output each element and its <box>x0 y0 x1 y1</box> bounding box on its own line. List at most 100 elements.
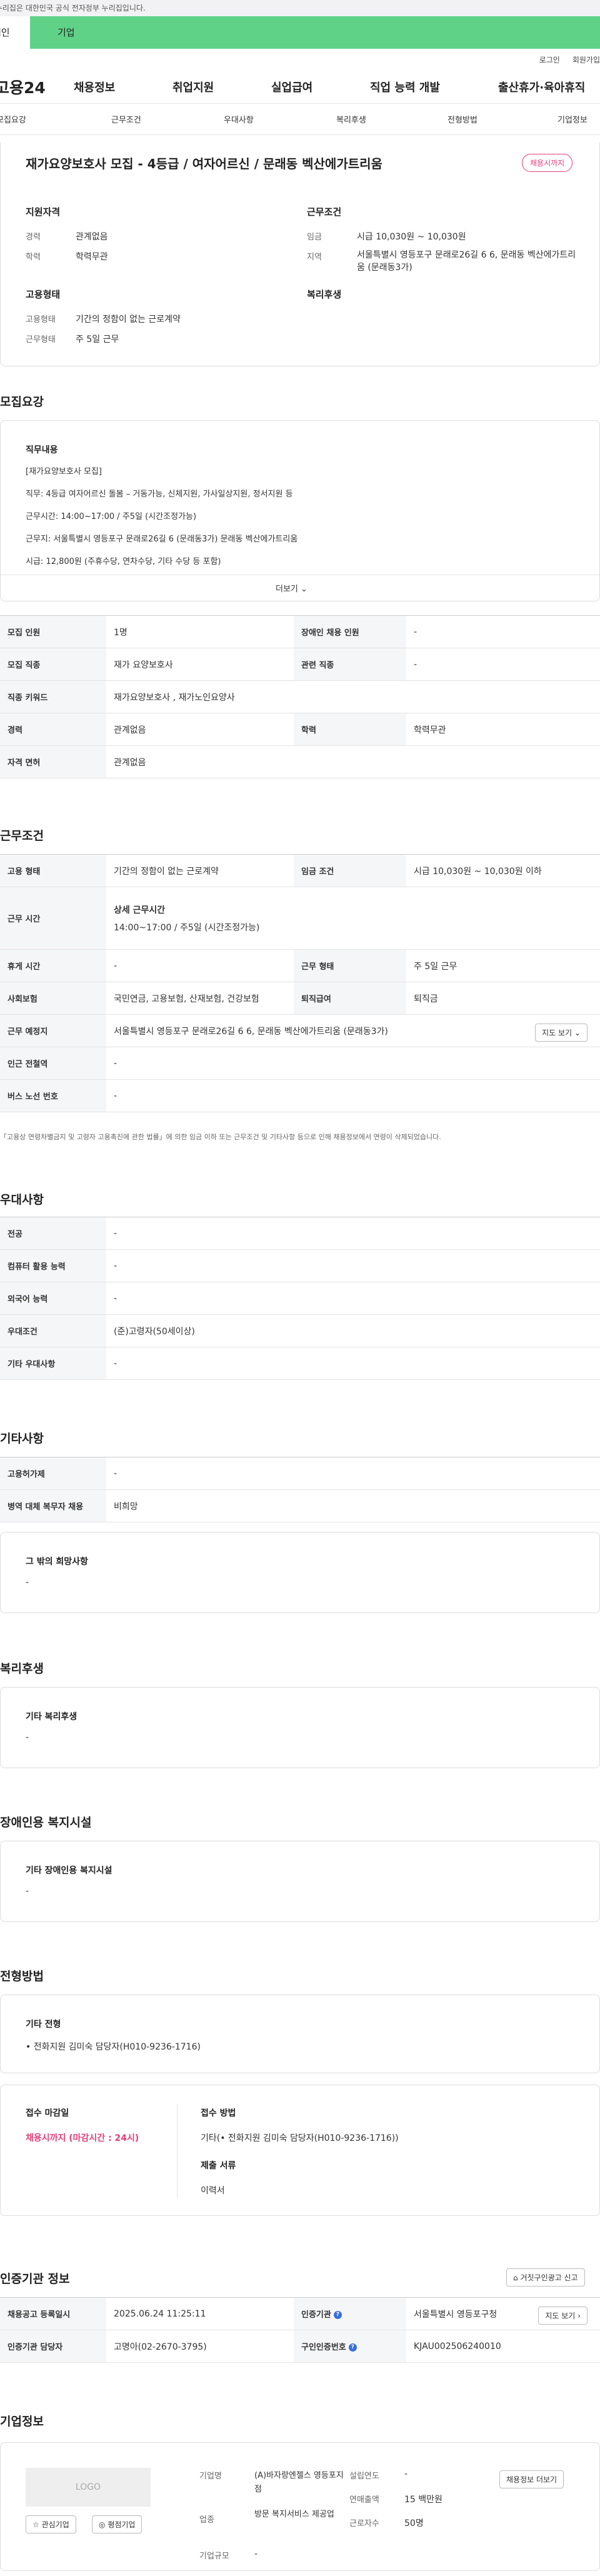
row-value: 국민연금, 고용보험, 산재보험, 건강보험 <box>106 982 294 1015</box>
anchor-welfare[interactable]: 복리후생 <box>336 113 366 125</box>
recruit-section-title: 모집요강 <box>0 395 44 409</box>
row-value: 고명아(02-2670-3795) <box>106 2330 294 2363</box>
row-head: 퇴직급여 <box>294 982 406 1015</box>
anchor-company[interactable]: 기업정보 <box>558 113 588 125</box>
job-title: 재가요양보호사 모집 - 4등급 / 여자어르신 / 문래동 벡산에가트리움 <box>26 156 382 171</box>
row-head: 외국어 능력 <box>0 1282 106 1315</box>
row-head: 근무 형태 <box>294 949 406 982</box>
gov-banner: 이 누리집은 대한민국 공식 전자정부 누리집입니다. <box>0 0 600 16</box>
logo-text: LOGO <box>75 2482 101 2492</box>
company-card: LOGO ☆ 관심기업 ◎ 평점기업 기업명 (A)바자랑엔젤스 영등포지점 업… <box>0 2442 600 2571</box>
place-value: 서울특별시 영등포구 문래로26길 6 6, 문래동 벡산에가트리움 (문래동3… <box>114 1026 388 1037</box>
area-value: 서울특별시 영등포구 문래로26길 6 6, 문래동 벡산에가트리움 (문래동3… <box>357 250 576 273</box>
login-link[interactable]: 로그인 <box>539 54 560 65</box>
row-head: 모집 직종 <box>0 648 106 681</box>
wage-value: 시급 10,030원 ~ 10,030원 <box>357 232 466 242</box>
emp-title: 고용형태 <box>26 289 61 300</box>
career-label: 경력 <box>26 233 41 242</box>
table-row: 휴게 시간 - 근무 형태 주 5일 근무 <box>0 949 600 982</box>
info-icon[interactable]: ? <box>348 2343 357 2352</box>
row-value: - <box>106 1282 600 1315</box>
chevron-down-icon: ⌄ <box>301 585 308 594</box>
row-value: - <box>106 1079 600 1112</box>
tab-personal[interactable]: 개인 <box>0 16 30 49</box>
select-line: • 전화지원 김미숙 담당자(H010-9236-1716) <box>26 2042 201 2052</box>
table-row: 인근 전철역 - <box>0 1047 600 1080</box>
map-label: 지도 보기 <box>545 2312 576 2320</box>
map-label: 지도 보기 <box>542 1029 572 1037</box>
more-button[interactable]: 더보기 ⌄ <box>276 582 308 594</box>
time-value: 14:00~17:00 / 주5일 (시간조정가능) <box>114 922 260 933</box>
nav-employment-support[interactable]: 취업지원 <box>172 79 271 95</box>
cert-map-button[interactable]: 지도 보기 › <box>538 2307 588 2325</box>
table-row: 병역 대체 복무자 채용 비희망 <box>0 1489 600 1522</box>
row-head: 관련 직종 <box>294 648 406 681</box>
table-row: 사회보험 국민연금, 고용보험, 산재보험, 건강보험 퇴직급여 퇴직금 <box>0 982 600 1015</box>
pref-section-title: 우대사항 <box>0 1193 44 1207</box>
fav-company-button[interactable]: ☆ 관심기업 <box>26 2515 76 2533</box>
other-wish-title: 그 밖의 희망사항 <box>26 1557 88 1567</box>
sales-label: 연매출액 <box>349 2495 379 2505</box>
table-row: 근무 예정지 서울특별시 영등포구 문래로26길 6 6, 문래동 벡산에가트리움… <box>0 1014 600 1047</box>
duty-title: 직무내용 <box>26 445 58 455</box>
nav-job-info[interactable]: 채용정보 <box>74 79 172 95</box>
anchor-work[interactable]: 근무조건 <box>111 113 141 125</box>
docs-title: 제출 서류 <box>201 2161 236 2171</box>
table-row: 모집 직종 재가 요양보호사 관련 직종 - <box>0 648 600 681</box>
nav-job-training[interactable]: 직업 능력 개발 <box>370 79 498 95</box>
row-head: 장애인 채용 인원 <box>294 615 406 648</box>
table-row: 경력 관계없음 학력 학력무관 <box>0 713 600 746</box>
apply-card: 접수 마감일 채용시까지 (마감시간 : 24시) 접수 방법 기타(• 전화지… <box>0 2085 600 2216</box>
row-value: 서울특별시 영등포구청 지도 보기 › <box>406 2297 600 2330</box>
recruit-table: 모집 인원 1명 장애인 채용 인원 - 모집 직종 재가 요양보호사 관련 직종 - 직종… <box>0 615 600 778</box>
table-row: 채용공고 등록일시 2025.06.24 11:25:11 인증기관? 서울특별시 영… <box>0 2297 600 2330</box>
anchor-pref[interactable]: 우대사항 <box>224 113 254 125</box>
welfare-section-title: 복리후생 <box>0 1662 44 1676</box>
row-value: 상세 근무시간 14:00~17:00 / 주5일 (시간조정가능) <box>106 887 600 950</box>
row-value: 재가요양보호사 , 재가노인요양사 <box>106 680 600 713</box>
row-head: 기타 우대사항 <box>0 1347 106 1380</box>
report-button[interactable]: ⌂ 거짓구인광고 신고 <box>506 2268 585 2287</box>
company-jobs-button[interactable]: 채용정보 더보기 <box>499 2470 564 2488</box>
more-label: 더보기 <box>276 585 298 594</box>
join-link[interactable]: 회원가입 <box>572 54 600 65</box>
rate-company-button[interactable]: ◎ 평점기업 <box>92 2515 142 2533</box>
table-row: 자격 면허 관계없음 <box>0 745 600 778</box>
table-row: 기타 우대사항 - <box>0 1347 600 1380</box>
table-row: 외국어 능력 - <box>0 1282 600 1315</box>
nav-unemployment-benefit[interactable]: 실업급여 <box>271 79 370 95</box>
company-name[interactable]: (A)바자랑엔젤스 영등포지점 <box>254 2469 348 2497</box>
site-logo[interactable]: 고용24 <box>0 76 74 98</box>
row-value: 기간의 정함이 없는 근로계약 <box>106 854 294 887</box>
nav-parental-leave[interactable]: 출산휴가·육아휴직 <box>498 79 585 95</box>
table-row: 직종 키워드 재가요양보호사 , 재가노인요양사 <box>0 680 600 713</box>
row-head: 모집 인원 <box>0 615 106 648</box>
row-head: 근무 예정지 <box>0 1014 106 1047</box>
row-head: 채용공고 등록일시 <box>0 2297 106 2330</box>
row-head: 인근 전철역 <box>0 1047 106 1080</box>
edu-value: 학력무관 <box>76 252 108 262</box>
row-value: - <box>106 949 294 982</box>
row-value: 서울특별시 영등포구 문래로26길 6 6, 문래동 벡산에가트리움 (문래동3… <box>106 1014 600 1047</box>
star-icon: ☆ <box>32 2520 39 2529</box>
tab-company[interactable]: 기업 <box>30 16 600 49</box>
pref-table: 전공 - 컴퓨터 활용 능력 - 외국어 능력 - 우대조건 (준)고령자(50세이상)… <box>0 1217 600 1380</box>
cond-title: 근무조건 <box>307 206 342 218</box>
main-nav: 고용24 채용정보 취업지원 실업급여 직업 능력 개발 출산휴가·육아휴직 <box>0 70 600 104</box>
map-button[interactable]: 지도 보기 ⌄ <box>535 1024 588 1042</box>
row-head: 고용 형태 <box>0 854 106 887</box>
info-icon[interactable]: ? <box>333 2311 342 2319</box>
anchor-recruit[interactable]: 모집요강 <box>0 113 26 125</box>
size-value: - <box>254 2549 258 2559</box>
row-head: 전공 <box>0 1217 106 1250</box>
chevron-right-icon: › <box>578 2312 581 2320</box>
time-sub-title: 상세 근무시간 <box>114 905 166 915</box>
est-value: - <box>404 2469 408 2479</box>
table-row: 버스 노선 번호 - <box>0 1079 600 1112</box>
row-value: 2025.06.24 11:25:11 <box>106 2297 294 2330</box>
industry-value: 방문 복지서비스 제공업 <box>254 2510 334 2519</box>
row-head: 경력 <box>0 713 106 746</box>
wage-label: 임금 <box>307 233 322 242</box>
row-value: - <box>106 1457 600 1490</box>
anchor-select[interactable]: 전형방법 <box>448 113 478 125</box>
